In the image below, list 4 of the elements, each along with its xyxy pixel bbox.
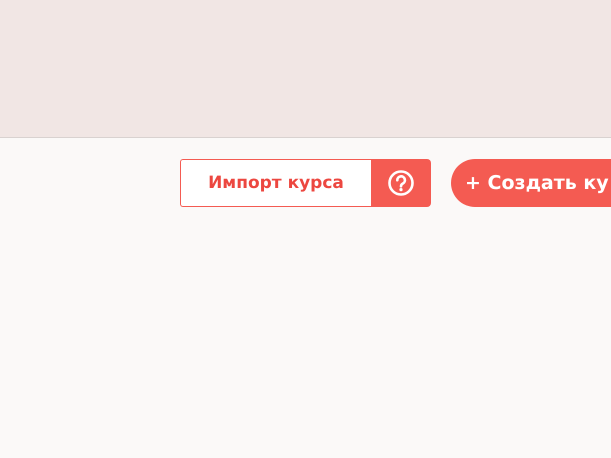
help-button[interactable] (371, 159, 431, 207)
import-course-button[interactable]: Импорт курса (180, 159, 371, 207)
help-icon (388, 170, 414, 196)
create-course-button[interactable]: + Создать ку (451, 159, 611, 207)
